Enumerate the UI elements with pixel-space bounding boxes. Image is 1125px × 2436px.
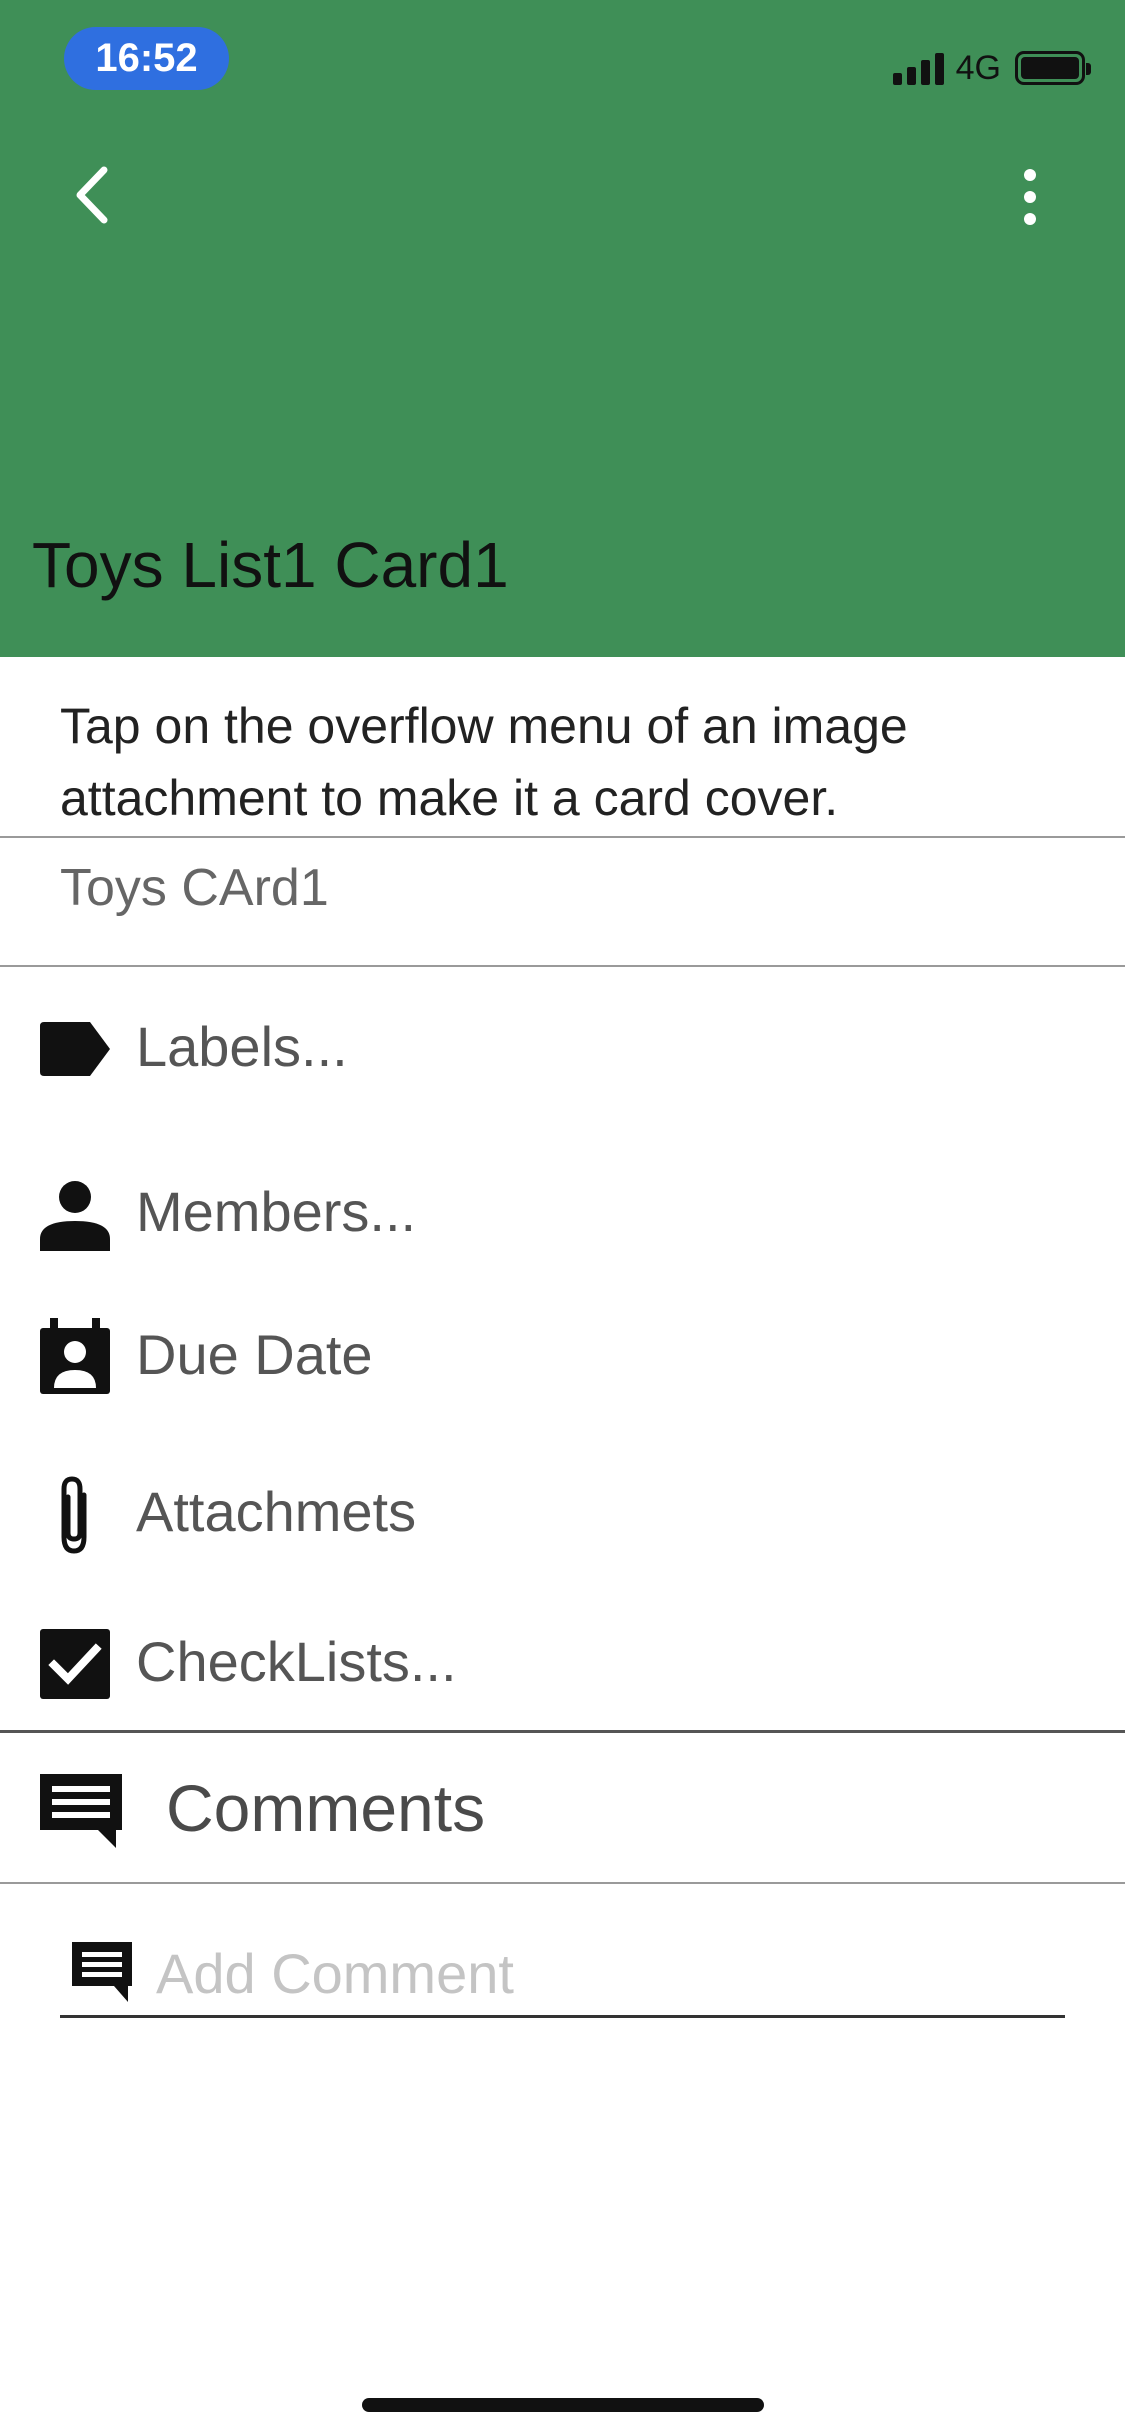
add-comment-input[interactable] xyxy=(156,1934,1036,2012)
comments-header: Comments xyxy=(0,1740,1125,1880)
comment-icon xyxy=(72,1942,132,2002)
status-time: 16:52 xyxy=(64,27,229,90)
checkbox-icon xyxy=(40,1629,110,1699)
checklists-item[interactable]: CheckLists... xyxy=(0,1605,1125,1715)
person-icon xyxy=(40,1181,110,1251)
comment-icon xyxy=(40,1774,122,1848)
attachments-item[interactable]: Attachmets xyxy=(0,1455,1125,1565)
label-icon xyxy=(40,1022,110,1076)
divider xyxy=(0,1882,1125,1884)
card-description[interactable]: Toys CArd1 xyxy=(60,858,329,918)
labels-item[interactable]: Labels... xyxy=(0,990,1125,1100)
status-indicators: 4G xyxy=(892,48,1091,88)
home-indicator[interactable] xyxy=(362,2398,764,2412)
paperclip-icon xyxy=(61,1476,87,1554)
card-title[interactable]: Toys List1 Card1 xyxy=(32,528,509,602)
due-date-item[interactable]: Due Date xyxy=(0,1298,1125,1408)
members-label: Members... xyxy=(136,1180,417,1243)
more-vertical-icon xyxy=(1024,169,1036,225)
chevron-left-icon xyxy=(76,166,108,224)
overflow-menu-button[interactable] xyxy=(1010,165,1050,235)
battery-icon xyxy=(1015,51,1091,85)
checklists-label: CheckLists... xyxy=(136,1630,457,1693)
divider xyxy=(0,836,1125,838)
comments-title: Comments xyxy=(166,1771,486,1845)
signal-icon xyxy=(892,51,944,85)
back-button[interactable] xyxy=(62,160,122,230)
divider xyxy=(0,1730,1125,1733)
divider xyxy=(0,965,1125,967)
calendar-icon xyxy=(40,1318,110,1394)
network-type: 4G xyxy=(955,48,1001,87)
cover-hint-text: Tap on the overflow menu of an image att… xyxy=(60,698,908,826)
members-item[interactable]: Members... xyxy=(0,1155,1125,1265)
attachments-label: Attachmets xyxy=(136,1480,417,1543)
due-date-label: Due Date xyxy=(136,1323,373,1386)
labels-label: Labels... xyxy=(136,1015,348,1078)
card-header: 16:52 4G Toys List1 Card1 xyxy=(0,0,1125,657)
add-comment-field[interactable] xyxy=(60,1930,1065,2018)
